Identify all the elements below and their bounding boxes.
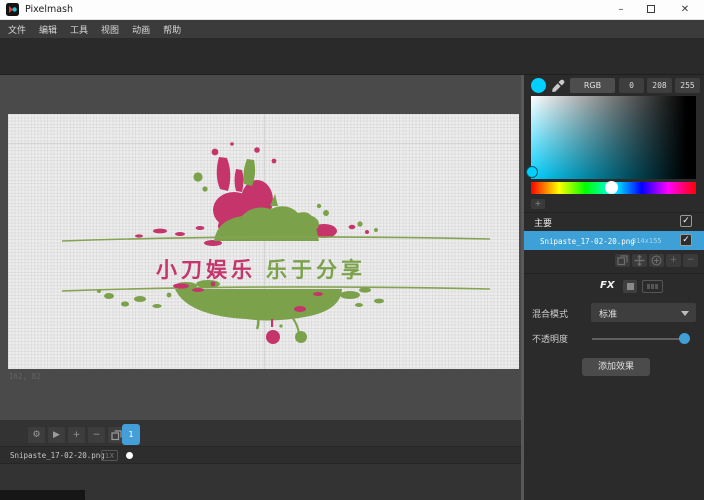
app-icon [6,3,19,16]
window-title: Pixelmash [25,4,73,15]
hue-slider-cursor[interactable] [605,181,618,194]
toolbar: 314 x 155 [0,38,704,75]
red-channel-field[interactable]: 0 [619,78,644,93]
layer-visibility-checkbox[interactable]: ✓ [680,234,692,246]
eyedropper-icon[interactable] [551,79,565,93]
artwork-text-pink: 小刀娱乐 [156,258,256,282]
chevron-down-icon [681,311,689,316]
merge-icon [651,255,662,266]
color-mode-dropdown[interactable]: RGB [570,78,615,93]
move-layer-icon [634,255,645,266]
menu-bar: 文件 编辑 工具 视图 动画 帮助 [0,20,704,38]
divider [524,273,704,274]
timeline-play-button[interactable]: ▶ [48,427,65,443]
opacity-slider-handle[interactable] [679,333,690,344]
duplicate-icon [617,255,628,266]
maximize-icon [647,5,655,13]
timeline-settings-button[interactable]: ⚙ [28,427,45,443]
track-speed-badge[interactable]: 1X [101,450,118,461]
mask-button[interactable] [623,280,637,293]
minimize-button[interactable]: – [606,0,636,20]
title-bar: Pixelmash – ✕ [0,0,704,20]
right-panel: RGB 0 208 255 + 主要 ✓ Snipaste_17-02-20.p… [524,75,704,500]
cursor-coordinates: 162, 82 [9,372,41,381]
blend-mode-value: 标准 [599,307,617,320]
menu-animation[interactable]: 动画 [132,23,150,36]
track-layer-name: Snipaste_17-02-20.png [10,451,105,460]
divider [0,463,521,464]
blend-mode-dropdown[interactable]: 标准 [591,303,696,322]
menu-view[interactable]: 视图 [101,23,119,36]
maximize-button[interactable] [636,0,666,20]
sv-picker-cursor[interactable] [526,166,538,178]
pixel-canvas[interactable]: 小刀娱乐 乐于分享 [8,114,519,369]
layer-buttons: + − [615,254,698,267]
timeline-track-row[interactable]: Snipaste_17-02-20.png 1X [0,447,521,463]
canvas-artwork: 小刀娱乐 乐于分享 [8,114,519,369]
mask-icon [627,283,634,290]
layer-name: Snipaste_17-02-20.png [540,237,635,246]
keyframe-dot[interactable] [126,452,133,459]
post-process-button[interactable] [642,280,663,293]
add-swatch-button[interactable]: + [531,199,545,209]
canvas-guides [8,114,519,369]
timeline-panel: ⚙ ▶ + − 1 Snipaste_17-02-20.png 1X [0,420,521,500]
close-button[interactable]: ✕ [670,0,700,20]
duplicate-layer-button[interactable] [615,254,630,267]
pixelmash-window: Pixelmash – ✕ 文件 编辑 工具 视图 动画 帮助 [0,0,704,500]
opacity-slider-track[interactable] [592,338,685,340]
saturation-value-picker[interactable] [531,96,696,179]
timeline-scrollbar-corner [0,490,85,500]
layer-group-label: 主要 [534,216,552,229]
menu-edit[interactable]: 编辑 [39,23,57,36]
add-frame-button[interactable]: + [68,427,85,443]
artwork-text-green: 乐于分享 [266,258,366,282]
menu-file[interactable]: 文件 [8,23,26,36]
layer-row[interactable]: Snipaste_17-02-20.png 314x155 ✓ [524,231,704,250]
duplicate-frame-icon [111,430,122,441]
opacity-label: 不透明度 [532,332,568,345]
merge-layer-button[interactable] [649,254,664,267]
post-icon [651,284,654,289]
add-layer-button[interactable]: + [666,254,681,267]
current-color-swatch[interactable] [531,78,546,93]
group-visibility-checkbox[interactable]: ✓ [680,215,692,227]
remove-frame-button[interactable]: − [88,427,105,443]
menu-help[interactable]: 帮助 [163,23,181,36]
layer-size: 314x155 [632,237,662,245]
green-channel-field[interactable]: 208 [647,78,672,93]
remove-layer-button[interactable]: − [683,254,698,267]
blue-channel-field[interactable]: 255 [675,78,700,93]
post-icon [647,284,650,289]
move-layer-button[interactable] [632,254,647,267]
divider [524,212,704,213]
fx-effects-icon[interactable]: FX [600,280,615,291]
blend-mode-label: 混合模式 [532,307,568,320]
frame-1-tab[interactable]: 1 [122,424,140,445]
timeline-buttons: ⚙ ▶ + − [28,427,125,443]
add-effect-button[interactable]: 添加效果 [582,358,650,376]
post-icon [655,284,658,289]
menu-tools[interactable]: 工具 [70,23,88,36]
